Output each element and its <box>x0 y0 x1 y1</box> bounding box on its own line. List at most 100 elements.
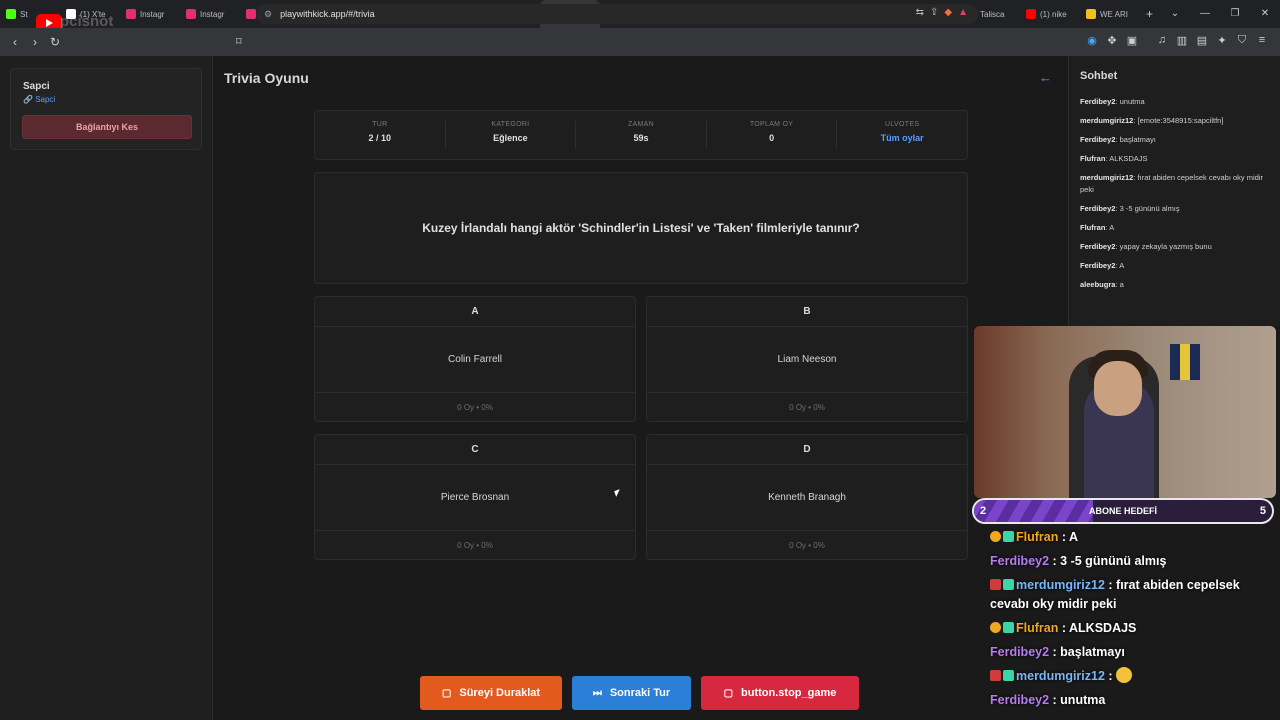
disconnect-button[interactable]: Bağlantıyı Kes <box>22 115 192 139</box>
overlay-chat: Flufran : A Ferdibey2 : 3 -5 gününü almış… <box>990 528 1276 715</box>
moderator-badge-icon <box>990 579 1001 590</box>
all-votes-link[interactable]: Tüm oylar <box>837 133 967 143</box>
back-arrow-icon[interactable]: ← <box>1039 70 1052 85</box>
chat-username[interactable]: merdumgiriz12 <box>1080 173 1133 182</box>
browser-tab[interactable]: Instagr <box>180 0 240 28</box>
chat-panel: Sohbet Ferdibey2: unutma merdumgiriz12: [… <box>1068 56 1280 326</box>
screenshot-icon[interactable]: ▣ <box>1126 34 1138 47</box>
option-card-d[interactable]: D Kenneth Branagh 0 Oy • 0% <box>646 434 968 560</box>
chat-text: ALKSDAJS <box>1109 154 1148 163</box>
overlay-separator: : <box>1104 669 1117 683</box>
new-tab-button[interactable]: + <box>1146 7 1153 21</box>
tab-label: St <box>20 9 28 19</box>
option-card-b[interactable]: B Liam Neeson 0 Oy • 0% <box>646 296 968 422</box>
stat-label: ZAMAN <box>627 121 654 128</box>
browser-tab[interactable]: Instagr <box>120 0 180 28</box>
browser-tab[interactable]: WE ARI <box>1080 0 1140 28</box>
tab-favicon-icon <box>1026 9 1036 19</box>
next-round-button[interactable]: ⏭ Sonraki Tur <box>572 676 691 710</box>
overlay-username: Flufran <box>1016 530 1059 544</box>
sidebar-toggle-icon[interactable]: ▥ <box>1176 34 1188 47</box>
option-answer: Kenneth Branagh <box>647 465 967 531</box>
question-text: Kuzey İrlandalı hangi aktör 'Schindler'i… <box>422 221 860 235</box>
stop-game-label: button.stop_game <box>741 687 837 699</box>
stat-label: KATEGORI <box>491 121 530 128</box>
puzzle-icon[interactable]: ✥ <box>1106 34 1118 47</box>
overlay-separator: : <box>1104 578 1117 592</box>
chat-text: yapay zekayla yazmış bunu <box>1119 242 1212 251</box>
sidebar: Sapci 🔗 Sapci Bağlantıyı Kes <box>0 56 213 720</box>
forward-icon[interactable]: › <box>25 35 45 49</box>
overlay-chat-line: merdumgiriz12 : <box>990 667 1276 686</box>
stop-game-button[interactable]: ▢ button.stop_game <box>701 676 859 710</box>
chat-text: 3 -5 gününü almış <box>1119 204 1180 213</box>
chat-username[interactable]: Ferdibey2 <box>1080 204 1115 213</box>
tab-favicon-icon <box>6 9 16 19</box>
vpn-icon[interactable]: ⛉ <box>1236 34 1248 47</box>
overlay-separator: : <box>1058 530 1070 544</box>
music-icon[interactable]: ♫ <box>1156 34 1168 47</box>
brave-rewards-icon[interactable]: ▲ <box>958 7 968 18</box>
stat-label: TOPLAM OY <box>749 121 794 128</box>
overlay-chat-line: Ferdibey2 : 3 -5 gününü almış <box>990 552 1276 571</box>
tab-favicon-icon <box>126 9 136 19</box>
subscriber-badge-icon <box>990 531 1001 542</box>
browser-tab[interactable]: (1) nike <box>1020 0 1080 28</box>
chevron-down-icon[interactable]: ⌄ <box>1160 0 1190 28</box>
moderator-badge-icon <box>990 670 1001 681</box>
chat-message: Ferdibey2: yapay zekayla yazmış bunu <box>1080 241 1276 253</box>
chat-username[interactable]: Flufran <box>1080 154 1105 163</box>
chat-text: a <box>1119 280 1124 289</box>
wallet-icon[interactable]: ▤ <box>1196 34 1208 47</box>
menu-icon[interactable]: ≡ <box>1256 34 1268 47</box>
overlay-separator: : <box>1058 621 1070 635</box>
chat-message: Flufran: ALKSDAJS <box>1080 153 1276 165</box>
close-window-button[interactable]: ✕ <box>1250 0 1280 28</box>
chat-text: A <box>1109 223 1115 232</box>
overlay-text: ALKSDAJS <box>1069 621 1137 635</box>
pause-timer-button[interactable]: ▢ Süreyi Duraklat <box>420 676 562 710</box>
tab-label: Instagr <box>140 9 165 19</box>
chat-username[interactable]: merdumgiriz12 <box>1080 116 1133 125</box>
ai-icon[interactable]: ✦ <box>1216 34 1228 47</box>
url-text: playwithkick.app/#/trivia <box>280 9 375 19</box>
maximize-button[interactable]: ❐ <box>1220 0 1250 28</box>
pause-icon: ▢ <box>441 687 452 699</box>
brave-shield-icon[interactable]: ◆ <box>944 7 952 18</box>
chat-username[interactable]: aleebugra <box>1080 280 1115 289</box>
overlay-username: merdumgiriz12 <box>1016 578 1105 592</box>
tab-label: WE ARI <box>1100 9 1129 19</box>
tab-favicon-icon <box>186 9 196 19</box>
streamer-face <box>1094 361 1142 416</box>
stat-value: 2 / 10 <box>368 133 392 143</box>
translate-icon[interactable]: ⇆ <box>916 7 924 18</box>
reload-icon[interactable]: ↻ <box>45 35 65 49</box>
option-card-a[interactable]: A Colin Farrell 0 Oy • 0% <box>314 296 636 422</box>
subscriber-badge-icon <box>990 622 1001 633</box>
pause-timer-label: Süreyi Duraklat <box>459 687 541 699</box>
option-letter: D <box>647 435 967 465</box>
stat-category: KATEGORI Eğlence <box>446 121 577 149</box>
chat-username[interactable]: Ferdibey2 <box>1080 97 1115 106</box>
option-card-c[interactable]: C Pierce Brosnan 0 Oy • 0% <box>314 434 636 560</box>
chat-text: başlatmayı <box>1119 135 1156 144</box>
chat-username[interactable]: Ferdibey2 <box>1080 135 1115 144</box>
chat-username[interactable]: Ferdibey2 <box>1080 261 1115 270</box>
goal-label: ABONE HEDEFİ <box>1088 506 1157 516</box>
option-votes: 0 Oy • 0% <box>789 402 825 412</box>
option-votes: 0 Oy • 0% <box>457 540 493 550</box>
site-info-icon[interactable]: ⚙ <box>264 9 272 20</box>
back-icon[interactable]: ‹ <box>5 35 25 49</box>
extension-icon[interactable]: ◉ <box>1086 34 1098 47</box>
chat-username[interactable]: Flufran <box>1080 223 1105 232</box>
minimize-button[interactable]: — <box>1190 0 1220 28</box>
chat-badge-icon <box>1003 579 1014 590</box>
tab-label: Instagr <box>200 9 225 19</box>
url-field[interactable]: ⚙ playwithkick.app/#/trivia ⇆ ⇪ ◆ ▲ <box>256 4 978 24</box>
skip-icon: ⏭ <box>592 687 602 699</box>
channel-link[interactable]: 🔗 Sapci <box>23 95 189 104</box>
bookmark-icon[interactable]: ⌑ <box>236 35 242 48</box>
goal-target: 5 <box>1259 505 1266 517</box>
chat-username[interactable]: Ferdibey2 <box>1080 242 1115 251</box>
share-icon[interactable]: ⇪ <box>930 7 938 18</box>
